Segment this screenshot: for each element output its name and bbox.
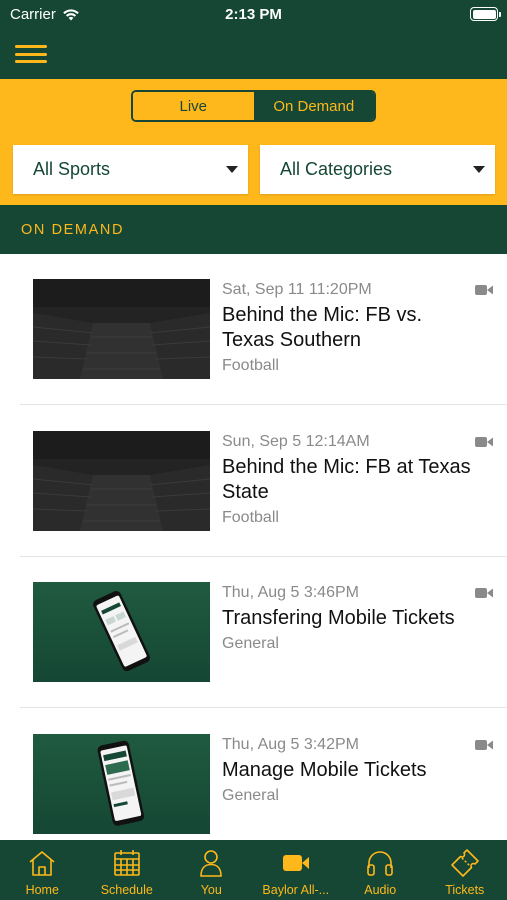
person-icon [200,850,223,877]
video-camera-icon [475,740,493,750]
video-row[interactable]: Sat, Sep 11 11:20PM Behind the Mic: FB v… [20,254,507,405]
tab-baylor-all-access-label: Baylor All-... [262,883,330,897]
video-category: Football [222,357,279,374]
section-header: ON DEMAND [0,205,507,254]
ticket-icon [450,849,479,877]
video-date: Thu, Aug 5 3:46PM [222,584,359,601]
tab-tickets[interactable]: Tickets [423,840,507,900]
video-category: General [222,787,279,804]
caret-down-icon [473,166,485,173]
video-camera-icon [475,588,493,598]
video-thumbnail [33,582,210,682]
video-list: Sat, Sep 11 11:20PM Behind the Mic: FB v… [0,254,507,840]
video-title: Behind the Mic: FB at Texas State [222,456,471,503]
video-camera-icon [475,437,493,447]
tab-bar: Home Schedule You Baylor All-... Audio T… [0,840,507,900]
video-date: Sat, Sep 11 11:20PM [222,281,372,298]
filter-panel: Live On Demand All Sports All Categories [0,79,507,205]
tab-home[interactable]: Home [0,840,85,900]
clock: 2:13 PM [225,6,282,23]
video-row[interactable]: Sun, Sep 5 12:14AM Behind the Mic: FB at… [20,406,507,557]
battery-icon [470,7,501,21]
stadium-image [33,279,210,379]
segment-on-demand[interactable]: On Demand [253,92,374,120]
tab-home-label: Home [25,883,59,897]
video-title: Manage Mobile Tickets [222,759,427,781]
tab-schedule[interactable]: Schedule [85,840,170,900]
video-camera-icon [282,855,309,871]
calendar-icon [113,850,140,876]
home-icon [29,851,55,876]
stadium-image [33,431,210,531]
status-bar: Carrier 2:13 PM [0,0,507,30]
video-thumbnail [33,431,210,531]
nav-bar [0,30,507,79]
video-date: Thu, Aug 5 3:42PM [222,736,359,753]
tab-you-label: You [200,883,222,897]
video-thumbnail [33,279,210,379]
caret-down-icon [226,166,238,173]
live-on-demand-toggle: Live On Demand [131,90,376,122]
headphones-icon [367,851,394,876]
video-camera-icon [475,285,493,295]
phone-image [97,740,145,826]
sports-dropdown-value: All Sports [33,159,111,179]
video-date: Sun, Sep 5 12:14AM [222,433,370,450]
sports-dropdown[interactable]: All Sports [13,145,248,194]
video-thumbnail [33,734,210,834]
categories-dropdown[interactable]: All Categories [260,145,495,194]
segment-live[interactable]: Live [133,92,254,120]
tab-schedule-label: Schedule [100,883,153,897]
video-row[interactable]: Thu, Aug 5 3:42PM Manage Mobile Tickets … [20,709,507,840]
categories-dropdown-value: All Categories [280,159,393,179]
tab-baylor-all-access[interactable]: Baylor All-... [254,840,339,900]
tab-you[interactable]: You [169,840,254,900]
phone-image [93,591,151,672]
video-title: Transfering Mobile Tickets [222,607,455,629]
video-row[interactable]: Thu, Aug 5 3:46PM Transfering Mobile Tic… [20,557,507,708]
video-title: Behind the Mic: FB vs. Texas Southern [222,304,423,351]
video-category: General [222,635,279,652]
tab-audio[interactable]: Audio [338,840,423,900]
video-category: Football [222,509,279,526]
menu-icon[interactable] [15,43,47,65]
tab-tickets-label: Tickets [445,883,485,897]
tab-audio-label: Audio [364,883,397,897]
